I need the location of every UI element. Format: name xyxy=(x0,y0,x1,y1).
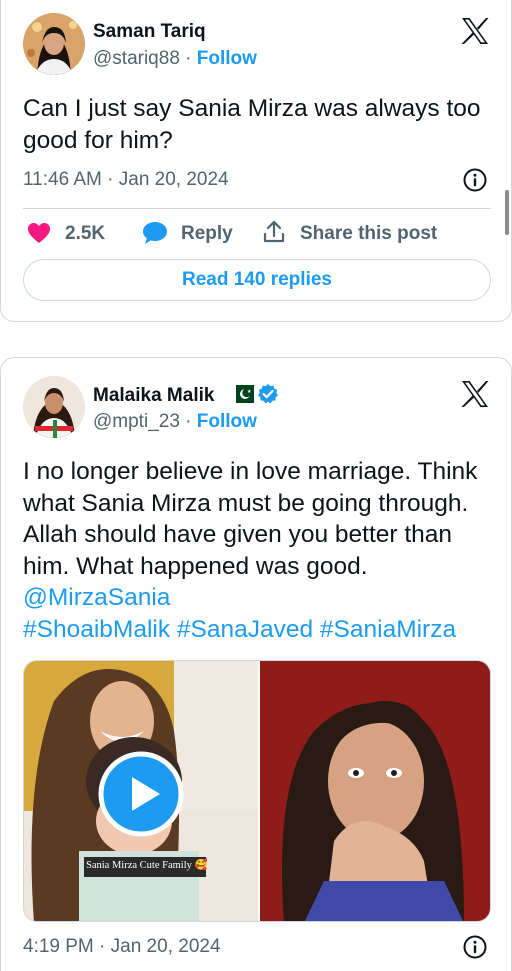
share-icon[interactable] xyxy=(263,220,285,244)
tweet-body: I no longer believe in love marriage. Th… xyxy=(23,458,478,580)
media-caption: Sania Mirza Cute Family 🥰 xyxy=(86,860,208,871)
tweet-text: Can I just say Sania Mirza was always to… xyxy=(23,95,481,154)
mention-link[interactable]: @MirzaSania xyxy=(23,584,170,611)
tweet-text: I no longer believe in love marriage. Th… xyxy=(23,456,493,645)
follow-button[interactable]: Follow xyxy=(197,411,257,432)
pakistan-flag-icon xyxy=(230,385,254,403)
separator: · xyxy=(185,48,192,69)
video-thumbnail[interactable]: Sania Mirza Cute Family 🥰 xyxy=(23,660,491,922)
scrollbar[interactable] xyxy=(505,190,509,235)
reply-bubble-icon[interactable] xyxy=(142,221,168,245)
info-icon[interactable] xyxy=(462,167,488,193)
x-logo-icon[interactable] xyxy=(460,380,490,408)
follow-button[interactable]: Follow xyxy=(197,48,257,69)
play-icon[interactable] xyxy=(98,751,184,837)
tweet-card[interactable]: Malaika Malik @mpti_23 · Follow I no lon… xyxy=(0,357,512,971)
video-frames xyxy=(24,661,490,921)
avatar[interactable] xyxy=(23,376,85,438)
read-replies-button[interactable]: Read 140 replies xyxy=(23,259,491,301)
separator: · xyxy=(185,411,192,432)
handle-line: @mpti_23 · Follow xyxy=(93,411,257,433)
reply-button[interactable]: Reply xyxy=(181,223,233,245)
author-handle[interactable]: @stariq88 xyxy=(93,48,180,69)
tweet-card[interactable]: Saman Tariq @stariq88 · Follow Can I jus… xyxy=(0,0,512,322)
hashtag-links[interactable]: #ShoaibMalik #SanaJaved #SaniaMirza xyxy=(23,616,456,643)
author-name[interactable]: Saman Tariq xyxy=(93,21,206,43)
verified-badge-icon[interactable] xyxy=(257,383,279,405)
like-count[interactable]: 2.5K xyxy=(65,223,105,245)
share-button[interactable]: Share this post xyxy=(300,223,437,245)
author-handle[interactable]: @mpti_23 xyxy=(93,411,180,432)
x-logo-icon[interactable] xyxy=(460,17,490,45)
heart-icon[interactable] xyxy=(27,222,51,244)
author-name[interactable]: Malaika Malik xyxy=(93,385,214,407)
timestamp[interactable]: 11:46 AM · Jan 20, 2024 xyxy=(23,169,229,191)
divider xyxy=(23,208,491,209)
handle-line: @stariq88 · Follow xyxy=(93,48,257,70)
info-icon[interactable] xyxy=(462,934,488,960)
avatar[interactable] xyxy=(23,13,85,75)
timestamp[interactable]: 4:19 PM · Jan 20, 2024 xyxy=(23,936,221,958)
